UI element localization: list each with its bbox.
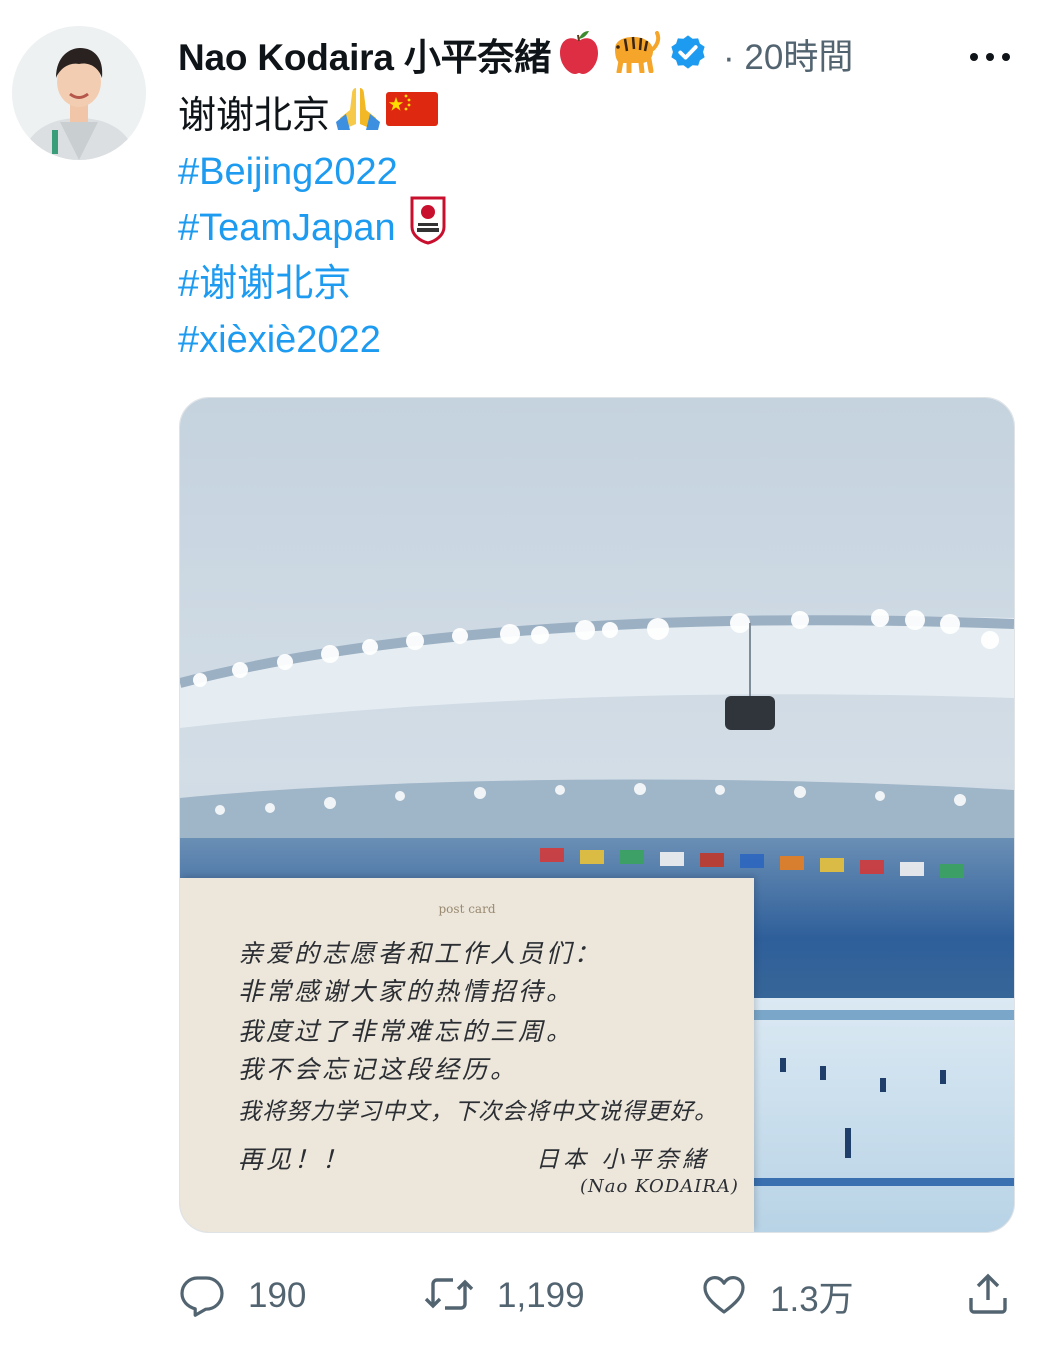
tweet-text: 谢谢北京 #Beijing2022 #TeamJapan #谢谢北京 #xièx… (178, 88, 448, 368)
hashtag-link[interactable]: #谢谢北京 (178, 256, 351, 312)
retweet-count: 1,199 (497, 1276, 585, 1315)
postcard-line: 非常感谢大家的热情招待。 (238, 977, 575, 1006)
heart-icon (700, 1270, 748, 1323)
retweet-button[interactable]: 1,199 (423, 1266, 585, 1326)
tweet-line: 谢谢北京 (178, 88, 448, 144)
reply-button[interactable]: 190 (178, 1266, 306, 1326)
tweet-line: #谢谢北京 (178, 256, 448, 312)
tiger-icon (607, 30, 661, 78)
separator-dot: · (723, 37, 735, 77)
china-flag-icon (386, 88, 439, 144)
avatar[interactable] (12, 26, 146, 160)
tweet-text-line: 谢谢北京 (178, 95, 331, 137)
postcard-header: post card (438, 902, 496, 916)
reply-count: 190 (248, 1276, 307, 1315)
author-name[interactable]: Nao Kodaira 小平奈緒 (178, 27, 551, 81)
share-button[interactable] (964, 1266, 1012, 1326)
folded-hands-icon (332, 84, 384, 148)
tweet-line: #xièxiè2022 (178, 312, 448, 368)
postcard-line: 我度过了非常难忘的三周。 (238, 1017, 575, 1046)
postcard-signature: 日本 小平奈緒 (536, 1147, 710, 1173)
dot (970, 53, 978, 61)
tweet-header: Nao Kodaira 小平奈緒 · 20時間 (178, 26, 1018, 82)
like-count: 1.3万 (770, 1279, 854, 1319)
tweet-line: #TeamJapan (178, 196, 448, 256)
postcard-line: 亲爱的志愿者和工作人员们： (238, 939, 603, 968)
postcard-signature-romaji: (Nao KODAIRA) (580, 1176, 739, 1197)
dot (986, 53, 994, 61)
postcard-line: 我将努力学习中文，下次会将中文说得更好。 (238, 1099, 718, 1125)
team-japan-badge-icon (408, 195, 448, 261)
apple-icon (557, 29, 601, 80)
timestamp[interactable]: · 20時間 (723, 29, 853, 80)
more-options-button[interactable] (966, 38, 1014, 74)
hashtag-link[interactable]: #TeamJapan (178, 200, 396, 256)
postcard-line: 再见！！ (238, 1145, 351, 1174)
like-button[interactable]: 1.3万 (700, 1266, 854, 1326)
share-icon (964, 1270, 1012, 1323)
reply-icon (178, 1270, 226, 1323)
tweet-line: #Beijing2022 (178, 144, 448, 200)
dot (1002, 53, 1010, 61)
verified-badge-icon (667, 31, 709, 78)
tweet-actions: 190 1,199 1.3万 (178, 1266, 1018, 1326)
postcard-line: 我不会忘记这段经历。 (238, 1055, 519, 1084)
postcard: post card 亲爱的志愿者和工作人员们： 非常感谢大家的热情招待。 我度过… (180, 878, 754, 1232)
hashtag-link[interactable]: #xièxiè2022 (178, 312, 381, 368)
retweet-icon (423, 1270, 475, 1323)
hashtag-link[interactable]: #Beijing2022 (178, 144, 398, 200)
timestamp-label: 20時間 (744, 37, 854, 77)
tweet-photo[interactable]: post card 亲爱的志愿者和工作人员们： 非常感谢大家的热情招待。 我度过… (179, 397, 1015, 1233)
